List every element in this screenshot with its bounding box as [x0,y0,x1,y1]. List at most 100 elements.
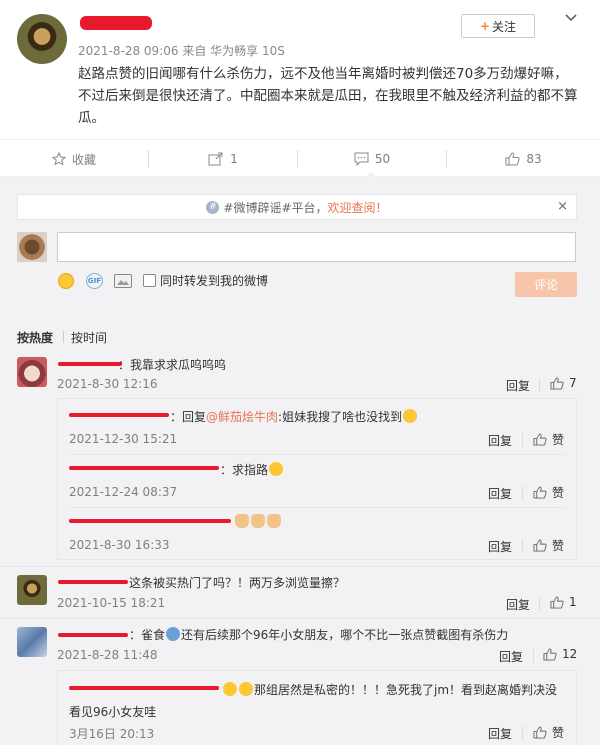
follow-button[interactable]: + 关注 [461,14,535,38]
reply-button[interactable]: 回复 [488,432,512,449]
author-avatar[interactable] [17,14,67,64]
gif-icon[interactable]: GIF [86,273,103,289]
clap-emoji-icon [251,514,265,528]
divider [539,597,540,611]
reply-button[interactable]: 回复 [506,377,530,394]
chevron-down-icon[interactable] [563,10,579,26]
my-avatar [17,232,47,262]
comment-input[interactable] [57,232,576,262]
sub-reply-text-continued: 看见96小女友哇 [69,705,157,719]
commenter-name-redacted[interactable] [58,580,128,584]
divider [0,566,600,567]
thumbs-up-icon [533,433,547,446]
comment-text: 这条被买热门了吗？！两万多浏览量擦？ [129,576,346,590]
sub-reply-text: 那组居然是私密的！！！急死我了jm！看到赵离婚判决没 [222,681,557,698]
comment-like-count: 1 [569,595,577,609]
close-icon[interactable]: × [557,199,568,214]
post-meta: 2021-8-28 09:06 来自 华为畅享 10S [78,42,285,59]
follow-label: 关注 [492,19,517,34]
sad-emoji-icon [223,682,237,696]
thumbs-up-icon [533,486,547,499]
post-text: 赵路点赞的旧闻哪有什么杀伤力，远不及他当年离婚时被判偿还70多万劲爆好嘛，不过后… [78,66,578,126]
divider [533,649,534,663]
sub-reply-time: 2021-8-30 16:33 [69,538,170,552]
emoji-icon[interactable] [58,273,74,289]
comment-text: ：雀食 还有后续那个96年小女朋友，哪个不比一张点赞截图有杀伤力 [129,627,509,642]
comment-count: 50 [374,152,391,166]
divider [522,433,523,447]
post-source[interactable]: 华为畅享 10S [210,44,285,58]
reply-button[interactable]: 回复 [488,538,512,555]
thumbs-up-icon [533,726,547,739]
rumor-notice-banner: # #微博辟谣#平台， 欢迎查阅！ × [17,194,577,220]
repost-checkbox[interactable] [143,274,156,287]
sub-reply-text [234,514,282,529]
comment-time: 2021-8-30 12:16 [57,377,158,391]
reply-button[interactable]: 回复 [488,485,512,502]
comment-like-count: 12 [562,647,578,661]
divider [0,618,600,619]
sub-reply-time: 3月16日 20:13 [69,727,155,741]
favorite-button[interactable]: 收藏 [0,140,148,178]
sub-reply-like-button[interactable]: 赞 [533,537,564,554]
comment-like-button[interactable]: 12 [543,647,577,661]
divider [69,507,565,508]
clap-emoji-icon [267,514,281,528]
sub-reply-like-button[interactable]: 赞 [533,724,564,741]
divider [539,378,540,392]
comment-text: ：我靠求求瓜呜呜呜 [118,358,227,372]
author-name-redacted[interactable] [80,16,152,30]
repost-count: 1 [230,152,238,166]
post-source-prefix: 来自 [182,44,207,58]
crying-emoji-icon [403,409,418,423]
sad-emoji-icon [239,682,253,696]
sub-reply-text: ：求指路 [220,461,284,478]
replier-name-redacted[interactable] [69,466,219,470]
sub-reply-time: 2021-12-24 08:37 [69,485,178,499]
sub-reply-like-button[interactable]: 赞 [533,431,564,448]
thumbs-up-icon [533,539,547,552]
sort-by-hot-tab[interactable]: 按热度 [17,329,53,346]
mention-link[interactable]: @鲜茄烩牛肉 [206,410,278,424]
sub-reply-text: ：回复@鲜茄烩牛肉:姐妹我搜了啥也没找到 [170,408,418,425]
favorite-label: 收藏 [71,152,96,167]
comment-time: 2021-8-28 11:48 [57,648,158,662]
reply-button[interactable]: 回复 [488,725,512,742]
commenter-avatar[interactable] [17,357,47,387]
thumbs-up-icon [543,647,557,661]
repost-checkbox-label[interactable]: 同时转发到我的微博 [160,272,268,289]
reply-button[interactable]: 回复 [499,648,523,665]
replier-name-redacted[interactable] [69,413,169,417]
like-button[interactable]: 83 [447,140,600,178]
replier-name-redacted[interactable] [69,519,231,523]
submit-comment-button[interactable]: 评论 [515,272,577,297]
notice-text: #微博辟谣#平台， [223,200,328,215]
comment-like-count: 7 [569,376,577,390]
repost-icon [208,152,224,166]
commenter-name-redacted[interactable] [58,362,122,366]
thumbs-up-icon [550,376,564,390]
comment-icon [354,152,369,166]
repost-button[interactable]: 1 [149,140,297,178]
reply-button[interactable]: 回复 [506,596,530,613]
comment-like-button[interactable]: 7 [550,376,577,390]
post-timestamp[interactable]: 2021-8-28 09:06 [78,44,179,58]
divider [63,331,64,343]
sub-reply-time: 2021-12-30 15:21 [69,432,178,446]
star-icon [51,152,66,166]
notice-link[interactable]: 欢迎查阅！ [328,199,388,216]
thumbs-up-icon [505,152,520,166]
divider [522,486,523,500]
thumbs-up-icon [550,595,564,609]
hashtag-icon: # [206,200,220,214]
sub-reply-like-button[interactable]: 赞 [533,484,564,501]
sort-by-time-tab[interactable]: 按时间 [71,329,107,346]
commenter-name-redacted[interactable] [58,633,128,637]
commenter-avatar[interactable] [17,627,47,657]
replier-name-redacted[interactable] [69,686,219,690]
like-count: 83 [526,152,542,166]
image-icon[interactable] [114,274,132,288]
commenter-avatar[interactable] [17,575,47,605]
post-action-bar: 收藏 1 50 83 [0,139,600,177]
comment-like-button[interactable]: 1 [550,595,577,609]
